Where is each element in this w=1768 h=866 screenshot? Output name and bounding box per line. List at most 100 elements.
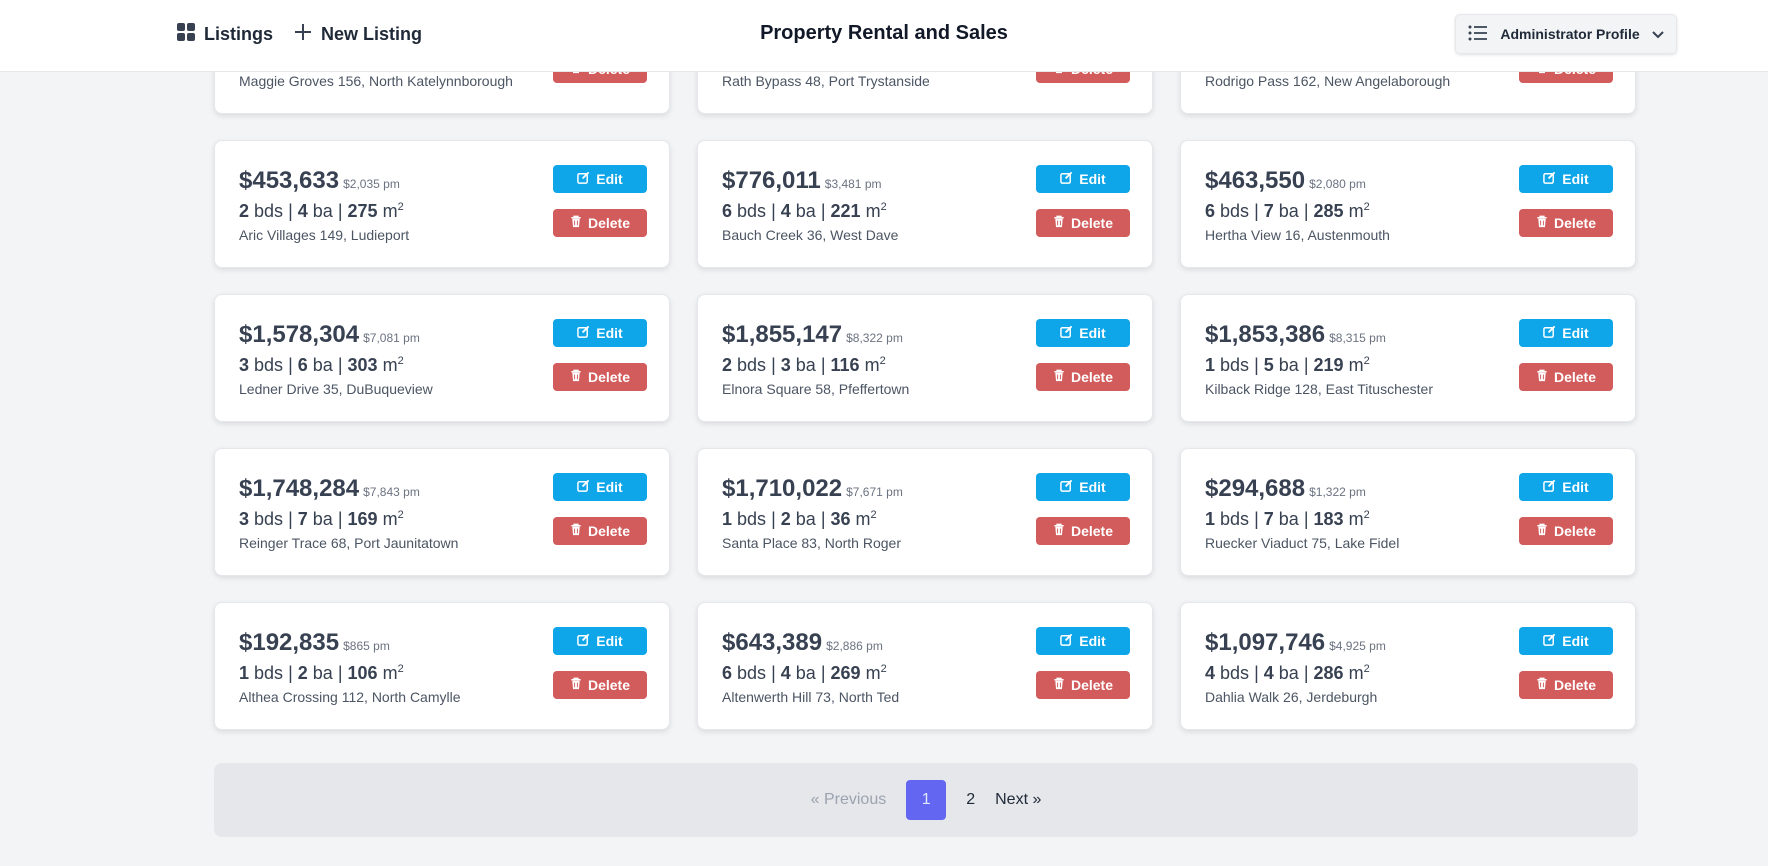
price-line: $1,855,147 $8,322 pm	[722, 321, 903, 349]
edit-label: Edit	[596, 325, 623, 341]
delete-button[interactable]: Delete	[553, 363, 647, 391]
edit-label: Edit	[1562, 171, 1589, 187]
listing-baths: 4	[1263, 663, 1274, 683]
listing-monthly-rent: $2,886 pm	[826, 639, 883, 653]
listing-address: Rodrigo Pass 162, New Angelaborough	[1205, 73, 1451, 89]
delete-button[interactable]: Delete	[1519, 363, 1613, 391]
listing-price: $643,389	[722, 629, 823, 656]
listing-card: $463,550 $2,080 pm 6 bds | 7 ba | 285 m2 He…	[1180, 140, 1636, 268]
edit-label: Edit	[1079, 479, 1106, 495]
delete-button[interactable]: Delete	[1036, 209, 1130, 237]
nav-new-listing-label: New Listing	[321, 24, 423, 44]
delete-button[interactable]: Delete	[1519, 209, 1613, 237]
listing-monthly-rent: $8,322 pm	[846, 331, 903, 345]
delete-button[interactable]: Delete	[553, 209, 647, 237]
listing-address: Bauch Creek 36, West Dave	[722, 227, 899, 243]
area-unit-exponent: 2	[870, 509, 877, 521]
area-unit: m	[1348, 201, 1364, 221]
listing-price: $463,550	[1205, 167, 1306, 194]
pagination-previous: « Previous	[810, 791, 887, 808]
edit-button[interactable]: Edit	[1519, 627, 1613, 655]
delete-button[interactable]: Delete	[1036, 517, 1130, 545]
listing-address: Ledner Drive 35, DuBuqueview	[239, 381, 433, 397]
edit-icon	[577, 171, 590, 187]
listing-monthly-rent: $7,843 pm	[363, 485, 420, 499]
listing-card: $1,578,304 $7,081 pm 3 bds | 6 ba | 303 m2…	[214, 294, 670, 422]
nav-new-listing-link[interactable]: New Listing	[293, 22, 422, 47]
listing-monthly-rent: $3,481 pm	[824, 177, 882, 191]
profile-dropdown-button[interactable]: Administrator Profile	[1455, 14, 1677, 54]
edit-button[interactable]: Edit	[1036, 319, 1130, 347]
trash-icon	[570, 523, 582, 539]
delete-button[interactable]: Delete	[553, 671, 647, 699]
delete-button[interactable]: Delete	[1036, 363, 1130, 391]
listing-monthly-rent: $7,081 pm	[363, 331, 420, 345]
beds-unit: bds	[1220, 509, 1250, 529]
list-icon	[1468, 25, 1488, 44]
edit-button[interactable]: Edit	[1519, 319, 1613, 347]
listing-baths: 4	[780, 663, 791, 683]
pagination-page-2[interactable]: 2	[956, 780, 985, 820]
listing-price: $1,710,022	[722, 475, 843, 502]
listing-card: $1,748,284 $7,843 pm 3 bds | 7 ba | 169 m2…	[214, 448, 670, 576]
edit-label: Edit	[1562, 325, 1589, 341]
area-unit: m	[382, 355, 398, 375]
price-line: $1,097,746 $4,925 pm	[1205, 629, 1386, 657]
edit-button[interactable]: Edit	[1519, 473, 1613, 501]
listing-baths: 2	[297, 663, 308, 683]
pagination-next[interactable]: Next »	[985, 780, 1051, 820]
edit-button[interactable]: Edit	[1036, 473, 1130, 501]
area-unit-exponent: 2	[397, 509, 404, 521]
listing-monthly-rent: $1,322 pm	[1309, 485, 1366, 499]
trash-icon	[1536, 677, 1548, 693]
edit-button[interactable]: Edit	[553, 627, 647, 655]
baths-unit: ba	[795, 663, 816, 683]
edit-icon	[1543, 633, 1556, 649]
beds-unit: bds	[737, 201, 767, 221]
edit-button[interactable]: Edit	[553, 165, 647, 193]
listing-baths: 4	[297, 201, 308, 221]
edit-button[interactable]: Edit	[1519, 165, 1613, 193]
edit-icon	[1060, 171, 1073, 187]
area-unit: m	[1348, 509, 1364, 529]
area-unit-exponent: 2	[397, 201, 404, 213]
listing-address: Ruecker Viaduct 75, Lake Fidel	[1205, 535, 1400, 551]
delete-button[interactable]: Delete	[1519, 517, 1613, 545]
beds-unit: bds	[254, 355, 284, 375]
pagination-page-1[interactable]: 1	[906, 780, 947, 820]
listing-specs: 6 bds | 7 ba | 285 m2	[1205, 201, 1370, 221]
edit-label: Edit	[596, 171, 623, 187]
listing-price: $776,011	[722, 167, 821, 194]
edit-icon	[577, 325, 590, 341]
area-unit-exponent: 2	[879, 355, 886, 367]
listing-address: Aric Villages 149, Ludieport	[239, 227, 410, 243]
delete-button[interactable]: Delete	[1036, 671, 1130, 699]
edit-button[interactable]: Edit	[1036, 627, 1130, 655]
delete-label: Delete	[587, 369, 631, 385]
edit-button[interactable]: Edit	[553, 473, 647, 501]
trash-icon	[1053, 215, 1065, 231]
listing-baths: 7	[297, 509, 308, 529]
listing-address: Altenwerth Hill 73, North Ted	[722, 689, 900, 705]
listing-beds: 1	[1205, 509, 1216, 529]
baths-unit: ba	[795, 509, 816, 529]
delete-button[interactable]: Delete	[553, 517, 647, 545]
listing-price: $192,835	[239, 629, 340, 656]
area-unit: m	[865, 201, 881, 221]
delete-button[interactable]: Delete	[1519, 671, 1613, 699]
nav-left: Listings New Listing	[176, 22, 422, 47]
edit-button[interactable]: Edit	[553, 319, 647, 347]
trash-icon	[1536, 369, 1548, 385]
nav-listings-link[interactable]: Listings	[176, 22, 273, 47]
edit-button[interactable]: Edit	[1036, 165, 1130, 193]
price-line: $192,835 $865 pm	[239, 629, 390, 657]
area-unit-exponent: 2	[397, 355, 404, 367]
listing-area: 285	[1313, 201, 1344, 221]
price-line: $643,389 $2,886 pm	[722, 629, 883, 657]
listing-beds: 1	[239, 663, 250, 683]
listing-card: $294,688 $1,322 pm 1 bds | 7 ba | 183 m2 Ru…	[1180, 448, 1636, 576]
edit-icon	[1543, 325, 1556, 341]
trash-icon	[1053, 369, 1065, 385]
listing-specs: 1 bds | 2 ba | 36 m2	[722, 509, 877, 529]
listing-specs: 1 bds | 5 ba | 219 m2	[1205, 355, 1370, 375]
